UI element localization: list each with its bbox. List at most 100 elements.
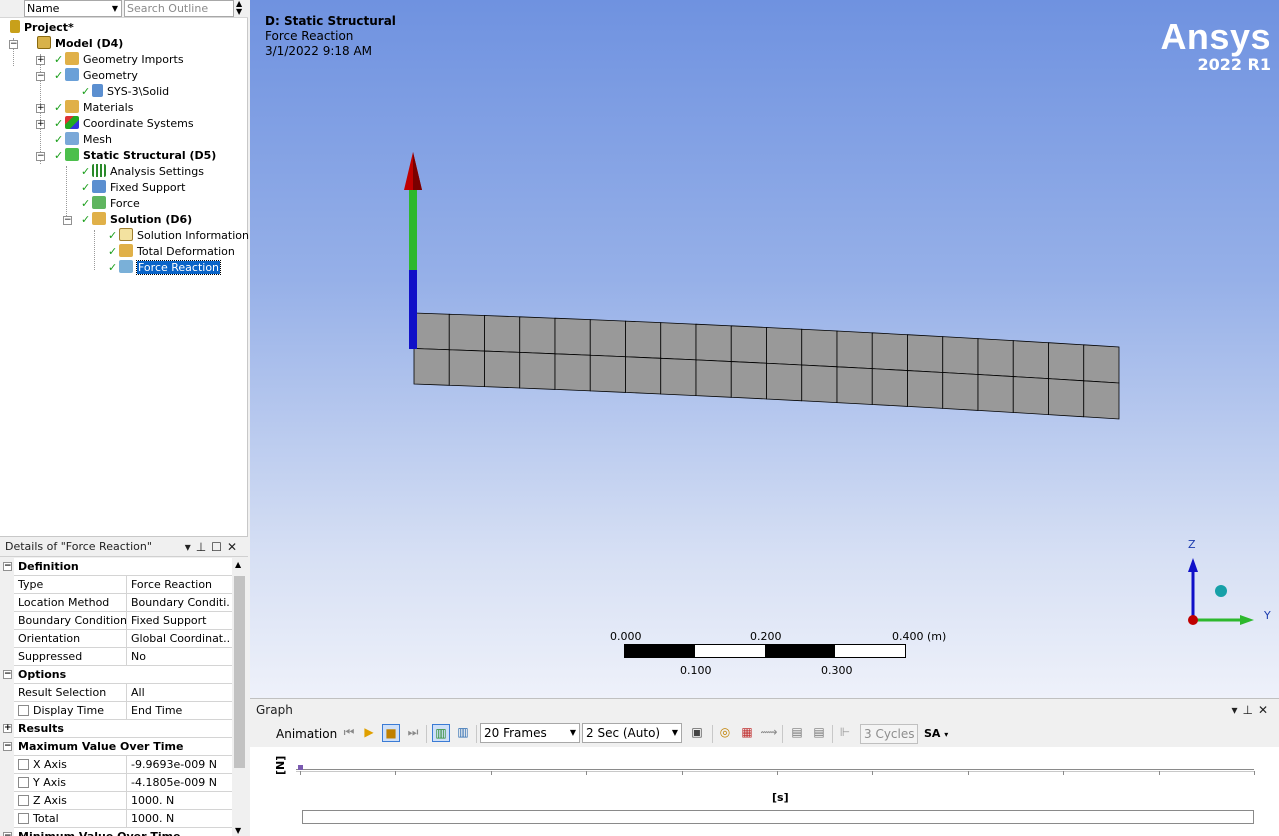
result-sets-icon[interactable]: ▥ bbox=[454, 724, 472, 742]
tree-item-solid-body[interactable]: ✓ SYS-3\Solid bbox=[81, 84, 169, 100]
frames-dropdown[interactable]: 20 Frames ▼ bbox=[480, 723, 580, 743]
collapse-icon[interactable]: − bbox=[3, 670, 12, 679]
graph-plot-area[interactable]: [N] [s] bbox=[250, 747, 1279, 836]
tree-item-geometry[interactable]: ✓ Geometry bbox=[54, 68, 138, 84]
close-icon[interactable]: ✕ bbox=[1258, 703, 1273, 717]
category-minimum-value-over-time[interactable]: −Minimum Value Over Time bbox=[0, 828, 232, 836]
sa-button[interactable]: SA ▾ bbox=[924, 722, 948, 747]
detail-row-z-axis[interactable]: Z Axis 1000. N bbox=[0, 792, 232, 810]
distributed-frames-icon[interactable]: ▥ bbox=[432, 724, 450, 742]
details-scrollbar[interactable]: ▲ ▼ bbox=[232, 558, 246, 836]
scale-segment bbox=[625, 645, 695, 657]
pin-icon[interactable]: ⊥ bbox=[196, 540, 211, 554]
outline-scroll-arrows[interactable]: ▲ ▼ bbox=[236, 0, 242, 16]
detail-row-total[interactable]: Total 1000. N bbox=[0, 810, 232, 828]
display-time-checkbox[interactable] bbox=[18, 705, 29, 716]
check-icon: ✓ bbox=[54, 53, 64, 66]
chevron-down-icon[interactable]: ▾ bbox=[185, 540, 196, 554]
mesh-element bbox=[1048, 342, 1085, 382]
collapse-icon[interactable]: − bbox=[3, 832, 12, 836]
chart-view-icon[interactable]: ▤ bbox=[810, 724, 828, 742]
expand-icon[interactable]: + bbox=[3, 724, 12, 733]
details-title: Details of "Force Reaction" bbox=[5, 540, 152, 553]
animation-timeline[interactable] bbox=[302, 810, 1254, 824]
tree-item-mesh[interactable]: ✓ Mesh bbox=[54, 132, 112, 148]
solution-information-icon bbox=[119, 228, 133, 241]
time-marker[interactable] bbox=[298, 765, 303, 770]
detail-row-suppressed[interactable]: Suppressed No bbox=[0, 648, 232, 666]
scroll-down-icon[interactable]: ▼ bbox=[235, 826, 241, 835]
cycles-icon[interactable]: ⊩ bbox=[836, 724, 854, 742]
tree-item-static-structural[interactable]: ✓ Static Structural (D5) bbox=[54, 148, 216, 164]
category-maximum-value-over-time[interactable]: − Maximum Value Over Time bbox=[0, 738, 232, 756]
expand-coordinate-systems-toggle[interactable]: + bbox=[36, 120, 45, 129]
mesh-icon bbox=[65, 132, 79, 145]
detail-row-type[interactable]: Type Force Reaction bbox=[0, 576, 232, 594]
tree-item-solution[interactable]: ✓ Solution (D6) bbox=[81, 212, 192, 228]
tree-item-project[interactable]: Project* bbox=[10, 20, 74, 36]
x-axis-checkbox[interactable] bbox=[18, 759, 29, 770]
maximize-icon[interactable]: ☐ bbox=[211, 540, 227, 554]
scroll-up-icon[interactable]: ▲ bbox=[235, 560, 241, 569]
collapse-icon[interactable]: − bbox=[3, 562, 12, 571]
tree-item-force-reaction[interactable]: ✓ Force Reaction bbox=[108, 260, 222, 276]
close-icon[interactable]: ✕ bbox=[227, 540, 242, 554]
tree-item-geometry-imports[interactable]: ✓ Geometry Imports bbox=[54, 52, 184, 68]
expand-geometry-imports-toggle[interactable]: + bbox=[36, 56, 45, 65]
model-graphics bbox=[404, 152, 1254, 625]
mesh-element bbox=[448, 349, 485, 388]
mesh-element bbox=[871, 368, 908, 407]
chevron-down-icon[interactable]: ▾ bbox=[1231, 703, 1242, 717]
detail-row-display-time[interactable]: Display Time End Time bbox=[0, 702, 232, 720]
tree-item-analysis-settings[interactable]: ✓ Analysis Settings bbox=[81, 164, 204, 180]
collapse-static-structural-toggle[interactable]: − bbox=[36, 152, 45, 161]
detail-row-boundary-condition[interactable]: Boundary Condition Fixed Support bbox=[0, 612, 232, 630]
detail-row-result-selection[interactable]: Result Selection All bbox=[0, 684, 232, 702]
category-options[interactable]: − Options bbox=[0, 666, 232, 684]
cycles-field[interactable]: 3 Cycles bbox=[860, 724, 918, 744]
category-definition[interactable]: − Definition bbox=[0, 558, 232, 576]
next-frame-icon[interactable]: ⏭ bbox=[404, 724, 422, 742]
play-icon[interactable]: ▶ bbox=[360, 724, 378, 742]
table-view-icon[interactable]: ▤ bbox=[788, 724, 806, 742]
tree-item-materials[interactable]: ✓ Materials bbox=[54, 100, 133, 116]
mesh-element bbox=[801, 364, 838, 404]
detail-row-x-axis[interactable]: X Axis -9.9693e-009 N bbox=[0, 756, 232, 774]
mesh-element bbox=[519, 351, 556, 390]
total-checkbox[interactable] bbox=[18, 813, 29, 824]
isometric-view-ball[interactable] bbox=[1215, 585, 1227, 597]
tree-item-force[interactable]: ✓ Force bbox=[81, 196, 140, 212]
tree-item-coordinate-systems[interactable]: ✓ Coordinate Systems bbox=[54, 116, 194, 132]
detail-row-location-method[interactable]: Location Method Boundary Conditi... bbox=[0, 594, 232, 612]
tree-item-model[interactable]: Model (D4) bbox=[37, 36, 123, 52]
probe-icon[interactable]: ⟿ bbox=[760, 724, 778, 742]
collapse-geometry-toggle[interactable]: − bbox=[36, 72, 45, 81]
y-axis-checkbox[interactable] bbox=[18, 777, 29, 788]
tree-item-solution-information[interactable]: ✓ Solution Information bbox=[108, 228, 249, 244]
detail-row-y-axis[interactable]: Y Axis -4.1805e-009 N bbox=[0, 774, 232, 792]
solid-body-icon bbox=[92, 84, 103, 97]
previous-frame-icon[interactable]: ⏮ bbox=[340, 724, 358, 742]
mesh-element bbox=[871, 332, 908, 371]
scrollbar-thumb[interactable] bbox=[234, 576, 245, 768]
z-axis-checkbox[interactable] bbox=[18, 795, 29, 806]
graphics-viewport[interactable]: D: Static Structural Force Reaction 3/1/… bbox=[250, 0, 1279, 698]
duration-dropdown[interactable]: 2 Sec (Auto) ▼ bbox=[582, 723, 682, 743]
collapse-icon[interactable]: − bbox=[3, 742, 12, 751]
export-video-icon[interactable]: ▣ bbox=[688, 724, 706, 742]
category-results[interactable]: + Results bbox=[0, 720, 232, 738]
zoom-to-fit-icon[interactable]: ◎ bbox=[716, 724, 734, 742]
check-icon: ✓ bbox=[81, 197, 91, 210]
legend-icon[interactable]: ▦ bbox=[738, 724, 756, 742]
stop-icon[interactable]: ■ bbox=[382, 724, 400, 742]
tree-item-fixed-support[interactable]: ✓ Fixed Support bbox=[81, 180, 186, 196]
tree-item-total-deformation[interactable]: ✓ Total Deformation bbox=[108, 244, 235, 260]
name-filter-dropdown[interactable]: Name ▼ bbox=[24, 0, 122, 17]
detail-row-orientation[interactable]: Orientation Global Coordinat... bbox=[0, 630, 232, 648]
expand-materials-toggle[interactable]: + bbox=[36, 104, 45, 113]
axis-triad[interactable] bbox=[1188, 558, 1254, 625]
collapse-model-toggle[interactable]: − bbox=[9, 40, 18, 49]
search-outline-input[interactable]: Search Outline bbox=[124, 0, 234, 17]
collapse-solution-toggle[interactable]: − bbox=[63, 216, 72, 225]
pin-icon[interactable]: ⊥ bbox=[1242, 703, 1257, 717]
